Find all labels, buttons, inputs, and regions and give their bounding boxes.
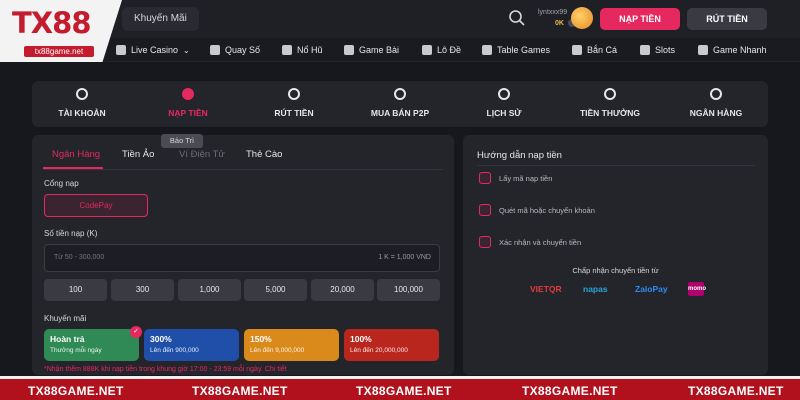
footer-site-url: TX88GAME.NET	[192, 384, 288, 398]
promotion-link[interactable]: Khuyến Mãi	[122, 7, 199, 31]
nav-item-table-games[interactable]: Table Games	[482, 43, 550, 57]
footer-banner: TX88GAME.NET TX88GAME.NET TX88GAME.NET T…	[0, 376, 800, 400]
guide-title: Hướng dẫn nạp tiền	[477, 150, 562, 161]
account-tab-bar: TÀI KHOẢN NẠP TIỀN RÚT TIỀN MUA BÁN P2P …	[32, 81, 768, 127]
promo-card[interactable]: 150% Lên đến 9,000,000	[244, 329, 339, 361]
code-icon	[479, 172, 491, 184]
footer-site-url: TX88GAME.NET	[28, 384, 124, 398]
napas-logo: napas	[583, 284, 608, 294]
nav-item-fishing[interactable]: Bắn Cá	[572, 43, 617, 57]
user-icon	[76, 88, 88, 100]
promo-label: Khuyến mãi	[44, 314, 87, 323]
quick-amount-button[interactable]: 5,000	[244, 279, 307, 301]
nav-item-card-games[interactable]: Game Bài	[344, 43, 399, 57]
plus-icon	[182, 88, 194, 100]
username: lyntxxx99	[538, 9, 568, 16]
cards-icon	[344, 45, 354, 55]
guide-step: Lấy mã nạp tiền	[479, 172, 552, 184]
method-bank[interactable]: Ngân Hàng	[52, 149, 100, 160]
jackpot-icon	[282, 45, 292, 55]
nav-item-lo-de[interactable]: Lô Đề	[422, 43, 461, 57]
tab-withdraw[interactable]: RÚT TIỀN	[252, 88, 336, 118]
footer-site-url: TX88GAME.NET	[688, 384, 784, 398]
phone-icon	[479, 236, 491, 248]
fish-icon	[572, 45, 582, 55]
tab-divider	[43, 169, 443, 170]
momo-logo: momo	[688, 282, 706, 296]
search-icon[interactable]	[508, 9, 526, 27]
nav-item-quick-games[interactable]: Game Nhanh	[698, 43, 767, 57]
quick-amount-button[interactable]: 1,000	[178, 279, 241, 301]
footer-site-url: TX88GAME.NET	[522, 384, 618, 398]
minus-icon	[288, 88, 300, 100]
maintenance-tooltip: Bảo Trì	[161, 134, 203, 148]
guide-step: Xác nhận và chuyển tiền	[479, 236, 581, 248]
method-crypto[interactable]: Tiền Ảo	[122, 149, 154, 160]
promo-card[interactable]: Hoàn trả Thưởng mỗi ngày ✓	[44, 326, 142, 361]
promo-card[interactable]: 300% Lên đến 900,000	[144, 329, 239, 361]
amount-placeholder: Từ 50 - 300,000	[54, 254, 105, 261]
deposit-panel: Ngân Hàng Tiền Ảo Ví Điện Tử Thẻ Cào Cổn…	[32, 135, 454, 375]
guide-step: Quét mã hoặc chuyển khoản	[479, 204, 595, 216]
check-icon: ✓	[130, 326, 142, 338]
card-icon	[116, 45, 126, 55]
scan-icon	[479, 204, 491, 216]
logo[interactable]: TX88 tx88game.net	[0, 0, 122, 62]
nav-item-jackpot[interactable]: Nổ Hũ	[282, 43, 323, 57]
avatar[interactable]	[571, 7, 593, 29]
tab-p2p[interactable]: MUA BÁN P2P	[358, 88, 442, 118]
quick-amount-button[interactable]: 100,000	[377, 279, 440, 301]
gift-icon	[604, 88, 616, 100]
tab-history[interactable]: LỊCH SỬ	[462, 88, 546, 118]
gateway-codepay-button[interactable]: CodePay	[44, 194, 148, 217]
quick-amount-button[interactable]: 20,000	[311, 279, 374, 301]
footer-site-url: TX88GAME.NET	[356, 384, 452, 398]
dice-icon	[482, 45, 492, 55]
slot-icon	[640, 45, 650, 55]
guide-divider	[477, 165, 755, 166]
deposit-button[interactable]: NẠP TIỀN	[600, 8, 680, 30]
chevron-down-icon: ⌄	[183, 45, 190, 55]
promo-note: *Nhận thêm 888K khi nạp tiền trong khung…	[44, 366, 287, 373]
exchange-icon	[394, 88, 406, 100]
amount-label: Số tiền nạp (K)	[44, 229, 98, 238]
guide-panel: Hướng dẫn nạp tiền Lấy mã nạp tiền Quét …	[463, 135, 768, 375]
ball-icon	[422, 45, 432, 55]
tab-bank[interactable]: NGÂN HÀNG	[674, 88, 758, 118]
amount-input[interactable]: Từ 50 - 300,000 1 K = 1,000 VND	[44, 244, 440, 272]
bank-icon	[710, 88, 722, 100]
balance-value: 0K	[555, 20, 564, 27]
rocket-icon	[698, 45, 708, 55]
withdraw-button[interactable]: RÚT TIỀN	[687, 8, 767, 30]
vietqr-logo: VIETQR	[530, 284, 562, 294]
main-nav: Live Casino ⌄ Quay Số Nổ Hũ Game Bài Lô Đ…	[0, 38, 800, 62]
zalopay-logo: ZaloPay	[635, 284, 668, 294]
nav-item-lottery[interactable]: Quay Số	[210, 43, 260, 57]
accept-title: Chấp nhận chuyển tiền từ	[572, 266, 659, 275]
exchange-rate: 1 K = 1,000 VND	[378, 254, 431, 261]
nav-item-slots[interactable]: Slots	[640, 43, 675, 57]
nav-item-live-casino[interactable]: Live Casino ⌄	[116, 43, 190, 57]
method-e-wallet[interactable]: Ví Điện Tử	[179, 149, 225, 160]
clock-icon	[498, 88, 510, 100]
promo-card[interactable]: 100% Lên đến 20,000,000	[344, 329, 439, 361]
quick-amount-button[interactable]: 100	[44, 279, 107, 301]
tab-bonus[interactable]: TIỀN THƯỞNG	[568, 88, 652, 118]
quick-amount-button[interactable]: 300	[111, 279, 174, 301]
tab-account[interactable]: TÀI KHOẢN	[40, 88, 124, 118]
logo-url: tx88game.net	[24, 46, 94, 57]
active-tab-indicator	[43, 167, 103, 169]
logo-text: TX88	[12, 6, 91, 40]
lottery-icon	[210, 45, 220, 55]
tab-deposit[interactable]: NẠP TIỀN	[146, 88, 230, 118]
gateway-label: Cổng nạp	[44, 179, 79, 188]
method-card[interactable]: Thẻ Cào	[246, 149, 282, 160]
